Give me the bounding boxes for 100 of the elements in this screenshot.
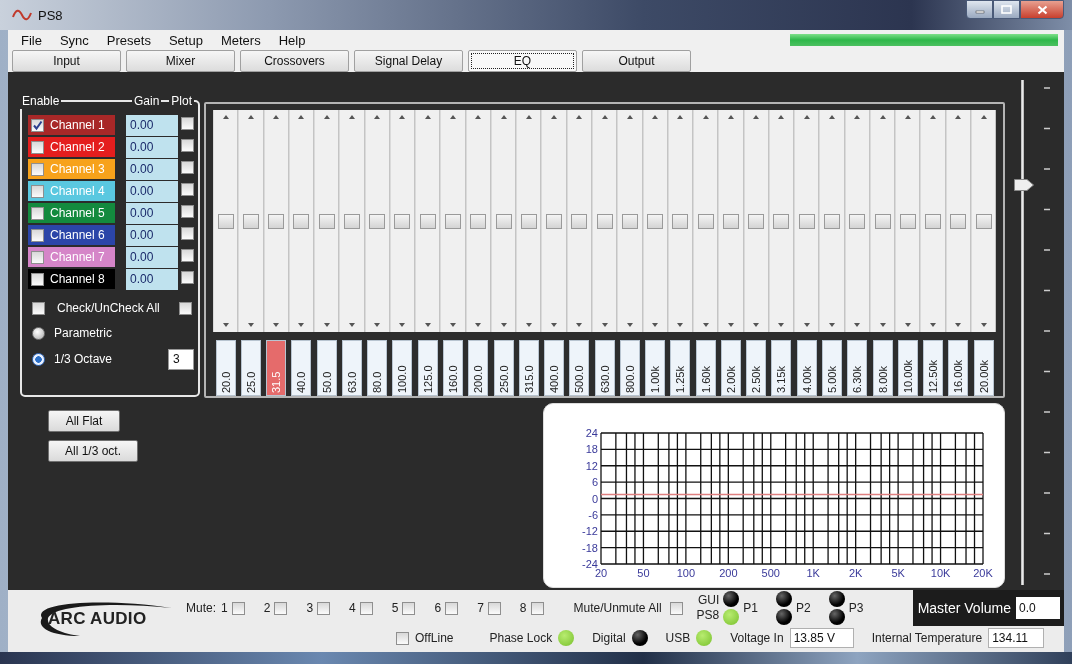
tab[interactable]: Signal Delay [354, 50, 463, 72]
all-flat-button[interactable]: All Flat [48, 410, 120, 432]
gain-field[interactable]: 0.00 [126, 224, 178, 246]
down-arrow-icon[interactable] [727, 323, 734, 327]
frequency-label[interactable]: 125.0 [417, 340, 438, 396]
up-arrow-icon[interactable] [348, 115, 355, 119]
down-arrow-icon[interactable] [273, 323, 280, 327]
slider-thumb[interactable] [773, 213, 790, 229]
frequency-label[interactable]: 10.00k [897, 340, 918, 396]
slider-thumb[interactable] [697, 213, 714, 229]
up-arrow-icon[interactable] [652, 115, 659, 119]
menu-item[interactable]: File [12, 32, 51, 48]
band-slider[interactable] [667, 110, 694, 332]
frequency-label[interactable]: 500.0 [569, 340, 590, 396]
slider-thumb[interactable] [672, 213, 689, 229]
down-arrow-icon[interactable] [601, 323, 608, 327]
plot-checkbox[interactable] [181, 271, 194, 284]
band-slider[interactable] [693, 110, 719, 332]
menu-item[interactable]: Sync [50, 32, 98, 48]
slider-thumb[interactable] [975, 213, 992, 229]
slider-thumb[interactable] [621, 213, 638, 229]
up-arrow-icon[interactable] [980, 115, 987, 119]
frequency-label[interactable]: 100.0 [392, 340, 413, 396]
band-slider[interactable] [263, 110, 289, 332]
plot-checkbox[interactable] [181, 139, 194, 152]
down-arrow-icon[interactable] [222, 323, 229, 327]
plot-checkbox[interactable] [181, 183, 194, 196]
plot-checkbox[interactable] [181, 249, 194, 262]
up-arrow-icon[interactable] [323, 115, 330, 119]
plot-checkbox[interactable] [181, 205, 194, 218]
frequency-label[interactable]: 315.0 [518, 340, 539, 396]
down-arrow-icon[interactable] [551, 323, 558, 327]
slider-thumb[interactable] [596, 213, 613, 229]
band-slider[interactable] [718, 110, 744, 332]
mute-checkbox[interactable] [317, 601, 331, 615]
mute-all-checkbox[interactable] [669, 601, 683, 615]
band-slider[interactable] [389, 110, 416, 332]
band-slider[interactable] [465, 110, 491, 332]
band-slider[interactable] [819, 110, 845, 332]
mute-checkbox[interactable] [231, 601, 245, 615]
enable-checkbox[interactable] [31, 184, 44, 198]
band-slider[interactable] [642, 110, 668, 332]
down-arrow-icon[interactable] [980, 323, 987, 327]
plot-checkbox[interactable] [181, 117, 194, 130]
up-arrow-icon[interactable] [904, 115, 911, 119]
mute-checkbox[interactable] [402, 601, 416, 615]
slider-thumb[interactable] [824, 213, 840, 229]
up-arrow-icon[interactable] [551, 115, 558, 119]
enable-checkbox[interactable] [31, 272, 44, 286]
slider-thumb[interactable] [849, 213, 866, 229]
menu-item[interactable]: Meters [211, 32, 270, 48]
plot-all-checkbox[interactable] [179, 301, 192, 315]
slider-thumb[interactable] [950, 213, 967, 229]
band-slider[interactable] [314, 110, 340, 332]
slider-thumb[interactable] [722, 213, 739, 229]
frequency-label[interactable]: 20.0 [215, 340, 236, 396]
offline-checkbox[interactable] [396, 631, 409, 645]
plot-checkbox[interactable] [181, 227, 194, 240]
up-arrow-icon[interactable] [525, 115, 532, 119]
band-slider[interactable] [869, 110, 896, 332]
enable-checkbox[interactable] [31, 140, 44, 154]
frequency-label[interactable]: 800.0 [619, 340, 640, 396]
up-arrow-icon[interactable] [854, 115, 861, 119]
up-arrow-icon[interactable] [450, 115, 456, 119]
band-slider[interactable] [794, 110, 820, 332]
band-slider[interactable] [415, 110, 441, 332]
down-arrow-icon[interactable] [879, 323, 886, 327]
down-arrow-icon[interactable] [475, 323, 482, 327]
down-arrow-icon[interactable] [778, 323, 785, 327]
frequency-label[interactable]: 63.0 [341, 340, 362, 396]
band-slider[interactable] [490, 110, 517, 332]
down-arrow-icon[interactable] [450, 323, 456, 327]
frequency-label[interactable]: 2.50k [746, 340, 767, 396]
down-arrow-icon[interactable] [576, 323, 583, 327]
band-slider[interactable] [768, 110, 795, 332]
slider-thumb[interactable] [419, 213, 436, 229]
mute-checkbox[interactable] [445, 601, 459, 615]
frequency-label[interactable]: 40.0 [291, 340, 312, 396]
menu-item[interactable]: Help [269, 32, 315, 48]
enable-checkbox[interactable] [31, 250, 44, 264]
down-arrow-icon[interactable] [399, 323, 406, 327]
master-volume-field[interactable]: 0.0 [1016, 597, 1060, 619]
menu-item[interactable]: Presets [97, 32, 160, 48]
slider-thumb[interactable] [470, 213, 487, 229]
slider-thumb[interactable] [293, 213, 310, 229]
slider-thumb[interactable] [546, 213, 563, 229]
enable-checkbox[interactable] [31, 162, 44, 176]
gain-field[interactable]: 0.00 [126, 158, 178, 180]
menu-item[interactable]: Setup [159, 32, 212, 48]
slider-thumb[interactable] [571, 213, 588, 229]
slider-thumb[interactable] [874, 213, 891, 229]
mute-checkbox[interactable] [359, 601, 373, 615]
down-arrow-icon[interactable] [348, 323, 355, 327]
down-arrow-icon[interactable] [803, 323, 810, 327]
mute-checkbox[interactable] [274, 601, 288, 615]
band-slider[interactable] [592, 110, 618, 332]
frequency-label[interactable]: 3.15k [771, 340, 792, 396]
all-third-octave-button[interactable]: All 1/3 oct. [48, 440, 138, 462]
up-arrow-icon[interactable] [500, 115, 507, 119]
frequency-label[interactable]: 160.0 [443, 340, 463, 396]
